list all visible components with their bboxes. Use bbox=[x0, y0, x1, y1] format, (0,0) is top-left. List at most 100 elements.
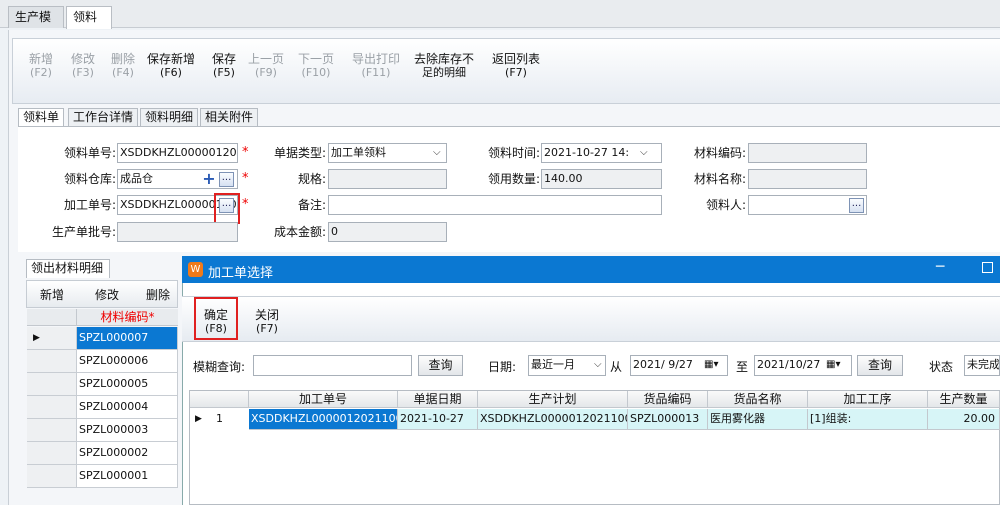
to-label: 至 bbox=[736, 360, 749, 374]
close-button[interactable]: 关闭 (F7) bbox=[250, 309, 284, 336]
grid-cell-code[interactable]: SPZL000013 bbox=[628, 409, 708, 430]
toolbar-button-1[interactable]: 修改 (F3) bbox=[66, 52, 100, 80]
toolbar-button-label: 返回列表 bbox=[491, 52, 540, 66]
required-star: * bbox=[242, 145, 249, 160]
remark-label: 备注: bbox=[297, 198, 326, 212]
detail-edit-button[interactable]: 修改 bbox=[95, 286, 119, 303]
cost-field[interactable]: 0 bbox=[328, 222, 447, 242]
toolbar-button-2[interactable]: 删除 (F4) bbox=[106, 52, 140, 80]
grid-row-header-corner bbox=[190, 391, 249, 408]
material-code-column-header[interactable]: 材料编码* bbox=[77, 309, 178, 326]
toolbar-button-key: (F6) bbox=[160, 66, 182, 79]
material-row[interactable]: SPZL000005 bbox=[77, 373, 178, 396]
from-label: 从 bbox=[610, 360, 623, 374]
chevron-down-icon[interactable]: ⌵ bbox=[594, 359, 602, 370]
grid-cell-process[interactable]: [1]组装: bbox=[808, 409, 928, 430]
cost-label: 成本金额: bbox=[273, 225, 326, 239]
grid-column-header[interactable]: 加工工序 bbox=[808, 391, 928, 408]
toolbar-button-label: 新增 bbox=[28, 52, 53, 66]
material-row[interactable]: SPZL000004 bbox=[77, 396, 178, 419]
dialog-title-bar[interactable] bbox=[182, 256, 1000, 283]
detail-add-button[interactable]: 新增 bbox=[40, 286, 64, 303]
confirm-button[interactable]: 确定 (F8) bbox=[200, 309, 232, 336]
subtab-attachments[interactable]: 相关附件 bbox=[200, 108, 259, 127]
maximize-icon[interactable] bbox=[982, 262, 993, 273]
doc-type-select[interactable]: 加工单领料 bbox=[328, 143, 447, 163]
toolbar-button-7[interactable]: 导出打印 (F11) bbox=[348, 52, 404, 80]
toolbar-button-9[interactable]: 返回列表 (F7) bbox=[488, 52, 544, 80]
toolbar-button-0[interactable]: 新增 (F2) bbox=[24, 52, 58, 80]
time-value: 2021-10-27 14: bbox=[544, 146, 630, 159]
calendar-icon[interactable]: ▦▾ bbox=[826, 359, 840, 370]
spec-label: 规格: bbox=[297, 172, 326, 186]
process-no-select-button[interactable]: ... bbox=[219, 198, 234, 213]
chevron-down-icon[interactable]: ⌵ bbox=[640, 147, 648, 158]
toolbar-button-key: (F3) bbox=[72, 66, 94, 79]
spec-field[interactable] bbox=[328, 169, 447, 189]
picker-select-button[interactable]: ... bbox=[849, 198, 864, 213]
qty-field[interactable]: 140.00 bbox=[541, 169, 662, 189]
grid-column-header[interactable]: 生产数量 bbox=[928, 391, 1000, 408]
grid-cell-date[interactable]: 2021-10-27 bbox=[398, 409, 478, 430]
process-no-label: 加工单号: bbox=[63, 198, 116, 212]
toolbar-button-6[interactable]: 下一页 (F10) bbox=[296, 52, 336, 80]
subtab-requisition[interactable]: 领料单 bbox=[18, 108, 65, 127]
chevron-down-icon[interactable]: ⌵ bbox=[433, 147, 441, 158]
material-row[interactable]: SPZL000003 bbox=[77, 419, 178, 442]
toolbar-button-key: (F4) bbox=[112, 66, 134, 79]
toolbar-button-5[interactable]: 上一页 (F9) bbox=[246, 52, 286, 80]
material-name-label: 材料名称: bbox=[693, 172, 746, 186]
remark-field[interactable] bbox=[328, 195, 662, 215]
grid-column-header[interactable]: 生产计划 bbox=[478, 391, 628, 408]
toolbar-button-3[interactable]: 保存新增 (F6) bbox=[146, 52, 196, 80]
fuzzy-query-button[interactable]: 查询 bbox=[418, 355, 463, 376]
material-row[interactable]: SPZL000007 bbox=[77, 327, 178, 350]
tab-material-requisition[interactable]: 领料单 bbox=[66, 6, 112, 44]
grid-cell-order[interactable]: XSDDKHZL0000012021100... bbox=[249, 409, 398, 430]
date-query-button[interactable]: 查询 bbox=[857, 355, 903, 376]
material-row[interactable]: SPZL000002 bbox=[77, 442, 178, 465]
fuzzy-query-input[interactable] bbox=[253, 355, 412, 376]
row-header[interactable] bbox=[27, 396, 77, 419]
toolbar-button-label: 修改 bbox=[70, 52, 95, 66]
minimize-icon[interactable]: ─ bbox=[936, 259, 944, 275]
material-code-label: 材料编码: bbox=[693, 146, 746, 160]
material-row[interactable]: SPZL000006 bbox=[77, 350, 178, 373]
current-row-indicator: ▶ bbox=[195, 414, 202, 424]
row-header[interactable] bbox=[27, 350, 77, 373]
row-header[interactable] bbox=[27, 373, 77, 396]
calendar-icon[interactable]: ▦▾ bbox=[704, 359, 718, 370]
detail-delete-button[interactable]: 删除 bbox=[146, 286, 170, 303]
row-header[interactable] bbox=[27, 442, 77, 465]
status-select[interactable]: 未完成 bbox=[964, 355, 1000, 376]
grid-column-header[interactable]: 货品编码 bbox=[628, 391, 708, 408]
status-label: 状态 bbox=[929, 360, 954, 374]
toolbar-button-key: (F5) bbox=[213, 66, 235, 79]
add-icon[interactable]: + bbox=[202, 171, 216, 187]
material-name-field[interactable] bbox=[748, 169, 867, 189]
order-no-field[interactable]: XSDDKHZL000001202110 bbox=[117, 143, 238, 163]
batch-no-field[interactable] bbox=[117, 222, 238, 242]
row-header[interactable] bbox=[27, 465, 77, 488]
material-row[interactable]: SPZL000001 bbox=[77, 465, 178, 488]
grid-cell-name[interactable]: 医用雾化器 bbox=[708, 409, 808, 430]
subtab-workbench-detail[interactable]: 工作台详情 bbox=[68, 108, 139, 127]
grid-cell-qty[interactable]: 20.00 bbox=[928, 409, 1000, 430]
toolbar-button-key: (F7) bbox=[505, 66, 527, 79]
tab-production-module[interactable]: 生产模块 bbox=[8, 6, 64, 44]
material-code-field[interactable] bbox=[748, 143, 867, 163]
grid-column-header[interactable]: 加工单号 bbox=[249, 391, 398, 408]
toolbar-button-8[interactable]: 去除库存不 足的明细 bbox=[412, 52, 476, 80]
dialog-title: 加工单选择 bbox=[208, 266, 274, 281]
row-header[interactable]: ▶ bbox=[27, 327, 77, 350]
row-header[interactable] bbox=[27, 419, 77, 442]
tab-material-detail[interactable]: 领出材料明细 bbox=[26, 259, 110, 278]
grid-cell-plan[interactable]: XSDDKHZL0000012021100... bbox=[478, 409, 628, 430]
warehouse-select-button[interactable]: ... bbox=[219, 172, 234, 187]
toolbar-button-4[interactable]: 保存 (F5) bbox=[207, 52, 241, 80]
required-star: * bbox=[242, 171, 249, 186]
subtab-requisition-detail[interactable]: 领料明细 bbox=[140, 108, 199, 127]
grid-column-header[interactable]: 单据日期 bbox=[398, 391, 478, 408]
row-header-corner bbox=[27, 309, 77, 326]
grid-column-header[interactable]: 货品名称 bbox=[708, 391, 808, 408]
